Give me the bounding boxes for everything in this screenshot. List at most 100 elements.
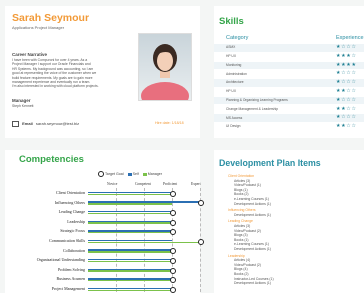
target-goal-marker: [169, 210, 176, 216]
career-heading: Career Narrative: [12, 52, 48, 57]
manager-swatch-icon: [142, 172, 147, 176]
employee-role: Applications Project Manager: [12, 25, 65, 30]
development-item[interactable]: Video/Podcast (2): [234, 263, 261, 267]
manager-bar: [88, 212, 172, 215]
competency-label: Collaboration: [63, 247, 85, 253]
manager-bar: [88, 193, 172, 195]
development-item[interactable]: e-Learning Courses (1): [234, 197, 269, 201]
development-item[interactable]: Development Actions (1): [234, 213, 271, 217]
manager-heading: Manager: [12, 98, 31, 103]
skill-row: HP UX ★★★☆: [214, 53, 364, 61]
development-item[interactable]: Development Actions (1): [234, 202, 271, 206]
development-item[interactable]: Blogs (1): [234, 188, 248, 192]
manager-bar: [88, 222, 172, 224]
target-goal-marker: [169, 286, 176, 293]
email-row: Email sarah.seymour@test.biz: [12, 121, 79, 127]
skill-rating-stars-icon: ★★☆☆: [336, 123, 357, 130]
manager-bar: [88, 260, 172, 263]
competency-label: Organizational Understanding: [36, 257, 85, 263]
development-group[interactable]: Leading Change: [228, 219, 253, 223]
manager-bar: [88, 270, 172, 272]
development-item[interactable]: Articles (4): [234, 258, 250, 262]
skill-rating-stars-icon: ★☆☆☆: [336, 96, 357, 103]
development-item[interactable]: Instructor-Led Courses (1): [234, 277, 274, 281]
skill-rating-stars-icon: ★☆☆☆: [336, 44, 357, 50]
skill-row: Planning & Organizing Learning Programs ★…: [214, 96, 364, 105]
level-label: Competent: [135, 182, 151, 186]
career-line: I'm also interested in working with clou…: [12, 84, 99, 89]
skills-title: Skills: [219, 16, 244, 27]
competency-label: Client Orientation: [56, 190, 85, 195]
skill-row: HP UX ★★☆☆: [214, 88, 364, 96]
manager-bar: [88, 251, 172, 253]
competency-label: Problem Solving: [57, 266, 85, 272]
development-plan-card: Development Plan Items Client Orientatio…: [214, 150, 364, 293]
competency-label: Communication Skills: [49, 238, 85, 243]
employee-name: Sarah Seymour: [12, 12, 90, 24]
development-item[interactable]: Books (2): [234, 272, 249, 276]
skills-col-experience: Experience: [336, 35, 364, 41]
skill-label: HP UX: [226, 53, 237, 58]
skill-rating-stars-icon: ★★☆☆: [336, 88, 357, 94]
career-line: good at representing the voice of the cu…: [12, 71, 97, 76]
skill-row: Architecture ★☆☆☆: [214, 79, 364, 87]
skill-rating-stars-icon: ★★☆☆: [336, 105, 357, 112]
skill-label: UI Design: [226, 124, 241, 129]
skill-row: Change Management & Leadership ★★☆☆: [214, 106, 364, 114]
self-swatch-icon: [127, 172, 132, 176]
skill-label: MS Access: [226, 115, 243, 120]
target-goal-marker: [169, 277, 176, 284]
skill-rating-stars-icon: ★☆☆☆: [336, 114, 357, 121]
skill-rating-stars-icon: ★★★★: [336, 61, 357, 68]
skill-row: MS Access ★☆☆☆: [214, 114, 364, 122]
skill-label: Planning & Organizing Learning Programs: [226, 97, 288, 102]
development-item[interactable]: Video/Podcast (2): [234, 229, 261, 233]
target-goal-marker: [169, 258, 176, 264]
profile-photo: [138, 33, 192, 101]
profile-card: Sarah Seymour Applications Project Manag…: [5, 6, 200, 138]
hire-date: Hire date: 1/18/18: [155, 121, 184, 125]
level-label: Novice: [107, 182, 118, 186]
development-group[interactable]: Influencing Others: [228, 208, 256, 212]
skill-rating-stars-icon: ★☆☆☆: [336, 70, 357, 77]
competency-label: Influencing Others: [54, 199, 85, 205]
competency-label: Leadership: [67, 218, 85, 224]
development-item[interactable]: Articles (3): [234, 224, 250, 228]
legend-target: Target Goal: [105, 171, 124, 176]
competencies-card: Competencies Target Goal Self Manager No…: [5, 150, 204, 293]
skills-card: Skills Category Experience ASMX ★☆☆☆ HP UX…: [214, 6, 364, 138]
manager-bar: [88, 280, 172, 282]
development-item[interactable]: Development Actions (1): [234, 247, 271, 251]
development-item[interactable]: Blogs (3): [234, 233, 248, 237]
competency-label: Strategic Focus: [60, 228, 85, 234]
skill-row: Monitoring ★★★★: [214, 61, 364, 70]
target-goal-icon: [98, 171, 104, 177]
skill-label: Monitoring: [226, 62, 242, 67]
manager-bar: [88, 232, 172, 234]
target-goal-marker: [169, 248, 176, 255]
skill-label: Change Management & Leadership: [226, 106, 279, 111]
development-group[interactable]: Client Orientation: [228, 174, 254, 178]
skill-label: Architecture: [226, 80, 244, 85]
competencies-legend: Target Goal Self Manager: [95, 171, 162, 177]
target-goal-marker: [197, 238, 204, 245]
development-item[interactable]: e-Learning Courses (1): [234, 242, 269, 246]
competency-label: Leading Change: [58, 209, 85, 215]
development-item[interactable]: Articles (3): [234, 179, 250, 183]
development-item[interactable]: Development Actions (1): [234, 281, 271, 285]
skill-label: HP UX: [226, 89, 237, 94]
development-item[interactable]: Books (1): [234, 238, 249, 242]
development-item[interactable]: Blogs (4): [234, 267, 248, 271]
skill-row: Administration ★☆☆☆: [214, 70, 364, 78]
person-photo-icon: [141, 44, 189, 100]
development-group[interactable]: Leadership: [228, 254, 245, 258]
development-item[interactable]: Books (2): [234, 192, 249, 196]
level-label: Proficient: [163, 182, 178, 186]
email-label: Email: [22, 121, 33, 127]
development-item[interactable]: Video/Podcast (1): [234, 183, 261, 187]
skill-row: UI Design ★★☆☆: [214, 123, 364, 131]
target-goal-marker: [169, 219, 176, 226]
skill-row: ASMX ★☆☆☆: [214, 44, 364, 52]
skills-col-category: Category: [226, 35, 249, 41]
email-link[interactable]: sarah.seymour@test.biz: [36, 121, 79, 126]
